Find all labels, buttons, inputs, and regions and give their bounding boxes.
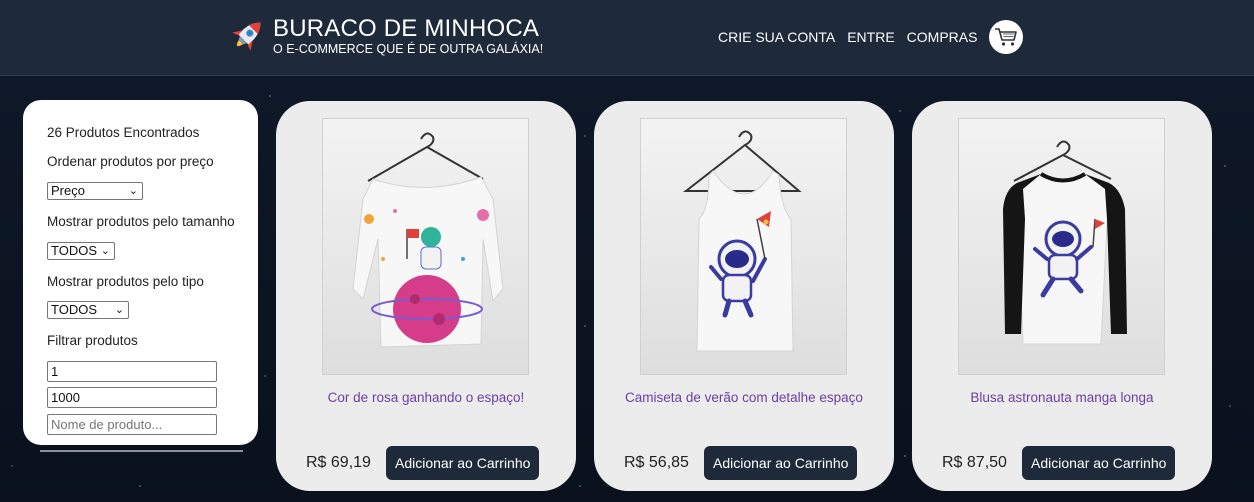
divider bbox=[40, 450, 243, 452]
product-price: R$ 69,19 bbox=[306, 454, 371, 471]
product-card: Blusa astronauta manga longa R$ 87,50 Ad… bbox=[912, 101, 1212, 491]
product-card: Camiseta de verão com detalhe espaço R$ … bbox=[594, 101, 894, 491]
add-to-cart-button[interactable]: Adicionar ao Carrinho bbox=[704, 446, 858, 480]
product-name[interactable]: Blusa astronauta manga longa bbox=[912, 390, 1212, 405]
cart-button[interactable] bbox=[989, 20, 1024, 54]
main-nav: CRIE SUA CONTA ENTRE COMPRAS bbox=[718, 20, 1024, 54]
chevron-down-icon: ⌄ bbox=[128, 185, 138, 197]
min-price-input[interactable] bbox=[47, 361, 217, 382]
product-price: R$ 56,85 bbox=[624, 454, 689, 471]
add-to-cart-button[interactable]: Adicionar ao Carrinho bbox=[386, 446, 540, 480]
long-sleeve-shirt-image bbox=[352, 132, 504, 348]
product-image[interactable] bbox=[640, 118, 847, 375]
product-price: R$ 87,50 bbox=[942, 454, 1007, 471]
logo[interactable]: BURACO DE MINHOCA O E-COMMERCE QUE É DE … bbox=[225, 14, 543, 58]
brand-title: BURACO DE MINHOCA bbox=[273, 15, 540, 42]
chevron-down-icon: ⌄ bbox=[100, 245, 110, 257]
chevron-down-icon: ⌄ bbox=[114, 304, 124, 316]
size-select-value: TODOS bbox=[51, 243, 97, 258]
product-name[interactable]: Cor de rosa ganhando o espaço! bbox=[276, 390, 576, 405]
filters-panel: 26 Produtos Encontrados Ordenar produtos… bbox=[23, 100, 258, 445]
brand-subtitle: O E-COMMERCE QUE É DE OUTRA GALÁXIA! bbox=[273, 42, 544, 56]
add-to-cart-button[interactable]: Adicionar ao Carrinho bbox=[1022, 446, 1176, 480]
order-by-price-select[interactable]: Preço ⌄ bbox=[47, 182, 143, 200]
nav-link-purchases[interactable]: COMPRAS bbox=[907, 29, 978, 45]
product-card: Cor de rosa ganhando o espaço! R$ 69,19 … bbox=[276, 101, 576, 491]
type-select-value: TODOS bbox=[51, 302, 97, 317]
shopping-cart-icon bbox=[995, 28, 1018, 46]
type-filter-select[interactable]: TODOS ⌄ bbox=[47, 301, 129, 319]
nav-link-create-account[interactable]: CRIE SUA CONTA bbox=[718, 29, 835, 45]
products-found-count: 26 Produtos Encontrados bbox=[47, 125, 200, 140]
max-price-input[interactable] bbox=[47, 387, 217, 408]
order-by-price-label: Ordenar produtos por preço bbox=[47, 154, 214, 169]
product-name-search-input[interactable] bbox=[47, 414, 217, 435]
nav-link-login[interactable]: ENTRE bbox=[847, 29, 894, 45]
order-select-value: Preço bbox=[51, 183, 85, 198]
product-name[interactable]: Camiseta de verão com detalhe espaço bbox=[594, 390, 894, 405]
product-image[interactable] bbox=[958, 118, 1165, 375]
site-header: BURACO DE MINHOCA O E-COMMERCE QUE É DE … bbox=[0, 0, 1254, 76]
rocket-icon bbox=[232, 22, 261, 51]
tank-top-image bbox=[683, 130, 802, 352]
product-image[interactable] bbox=[322, 118, 529, 375]
filter-products-label: Filtrar produtos bbox=[47, 333, 138, 348]
type-filter-label: Mostrar produtos pelo tipo bbox=[47, 274, 204, 289]
size-filter-select[interactable]: TODOS ⌄ bbox=[47, 242, 115, 260]
size-filter-label: Mostrar produtos pelo tamanho bbox=[47, 214, 235, 229]
raglan-shirt-image bbox=[1003, 140, 1127, 345]
